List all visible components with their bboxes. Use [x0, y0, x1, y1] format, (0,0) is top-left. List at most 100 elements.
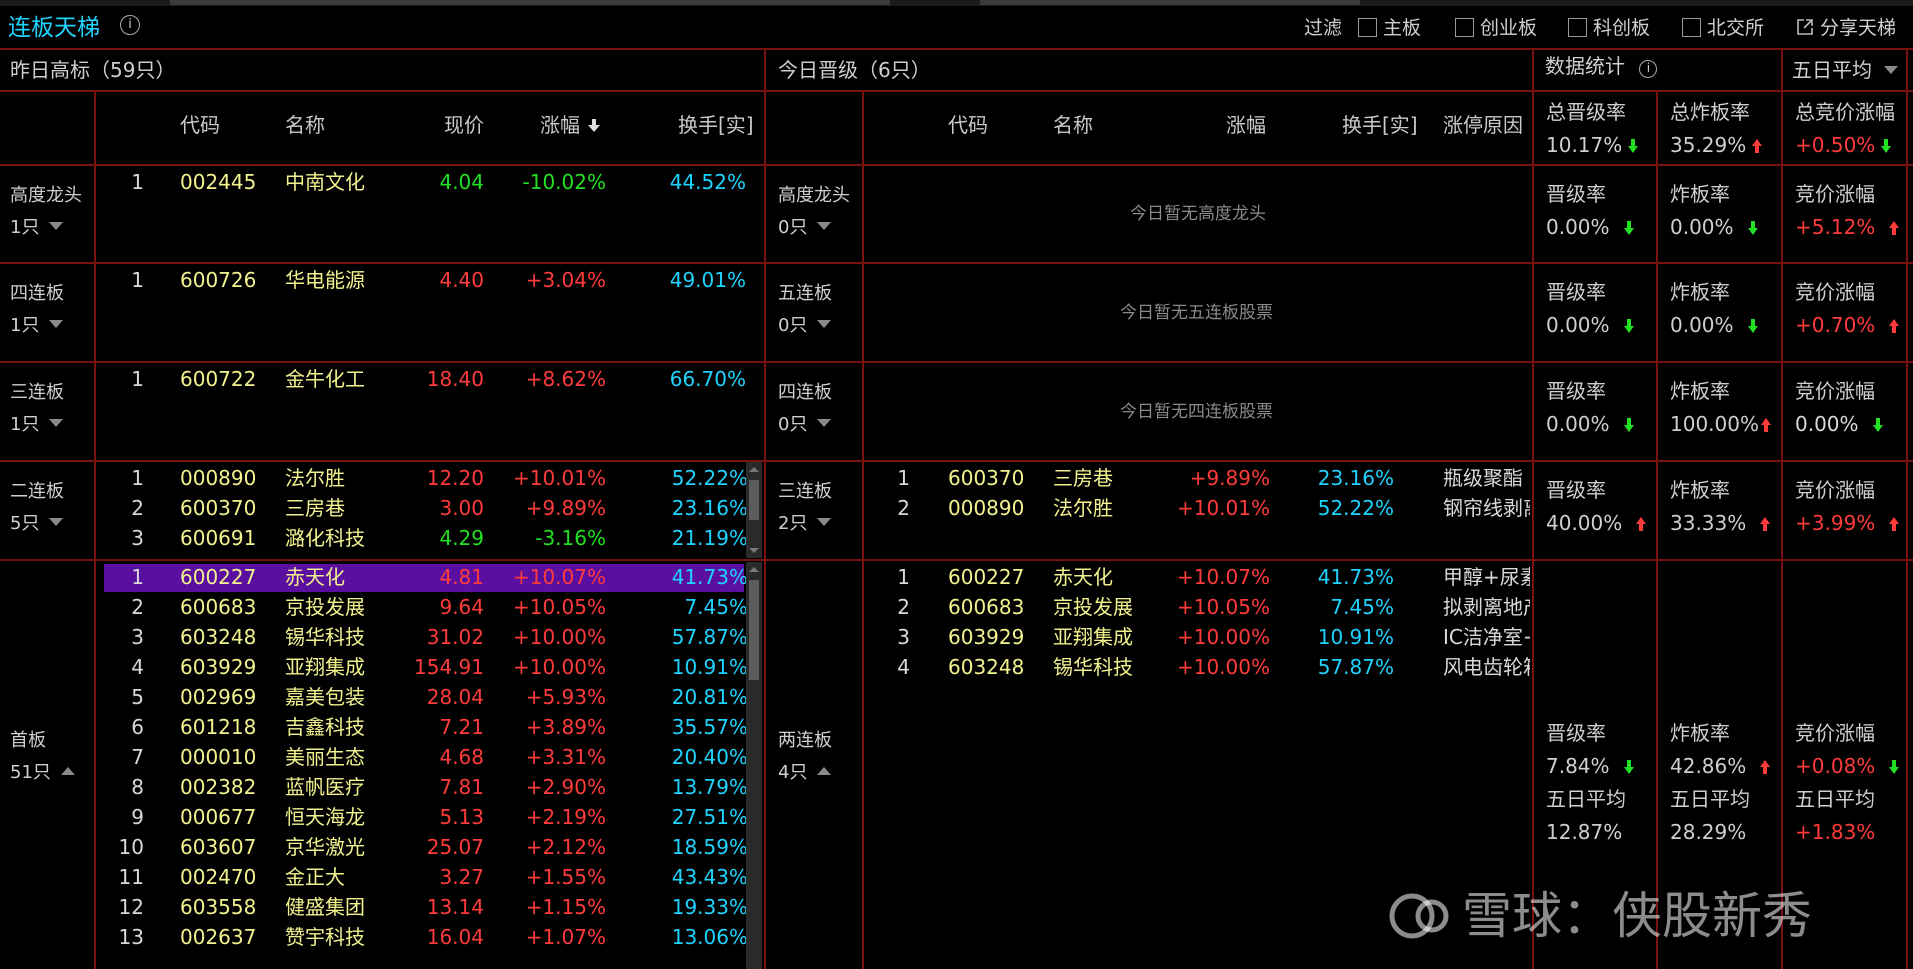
tier-bomb-label-0: 炸板率	[1670, 182, 1730, 206]
left-table-row[interactable]: 10 603607 京华激光 25.07 +2.12% 18.59%	[96, 835, 748, 861]
left-panel-title: 昨日高标（59只）	[10, 58, 176, 82]
stock-code: 600726	[180, 268, 257, 292]
stock-turnover: 66.70%	[669, 367, 746, 391]
stock-name: 中南文化	[285, 170, 365, 194]
avg-promo-label: 五日平均	[1546, 787, 1626, 811]
left-table-row[interactable]: 3 603248 锡华科技 31.02 +10.00% 57.87%	[96, 625, 748, 651]
left-tier-label-4: 首板	[10, 730, 46, 751]
left-table-row[interactable]: 6 601218 吉鑫科技 7.21 +3.89% 35.57%	[96, 715, 748, 741]
avg-bomb-label: 五日平均	[1670, 787, 1750, 811]
left-tier-label-0: 高度龙头	[10, 185, 82, 206]
left-table-row[interactable]: 13 002637 赞宇科技 16.04 +1.07% 13.06%	[96, 925, 748, 951]
left-table-row[interactable]: 4 603929 亚翔集成 154.91 +10.00% 10.91%	[96, 655, 748, 681]
stock-change: +5.93%	[525, 685, 606, 709]
share-button[interactable]: 分享天梯	[1796, 16, 1896, 40]
scrollbar-tier3[interactable]	[746, 462, 762, 558]
info-icon[interactable]: i	[120, 15, 140, 35]
left-tier-toggle-0[interactable]: 1只	[10, 216, 64, 240]
total-bid-value: +0.50%	[1795, 133, 1892, 157]
stock-code: 603929	[948, 625, 1025, 649]
filter-checkbox-gem[interactable]: 创业板	[1455, 16, 1537, 40]
right-tier-toggle-4[interactable]: 4只	[778, 761, 832, 785]
left-table-row[interactable]: 5 002969 嘉美包装 28.04 +5.93% 20.81%	[96, 685, 748, 711]
left-tier-toggle-4[interactable]: 51只	[10, 761, 75, 785]
left-table-row[interactable]: 8 002382 蓝帆医疗 7.81 +2.90% 13.79%	[96, 775, 748, 801]
tier-bomb-number: 33.33%	[1670, 511, 1747, 535]
tier-bomb-number: 0.00%	[1670, 313, 1734, 337]
arrow-down-icon	[1628, 139, 1639, 153]
left-table-row[interactable]: 1 600726 华电能源 4.40 +3.04% 49.01%	[96, 268, 746, 294]
stock-name: 蓝帆医疗	[285, 775, 365, 799]
stock-price: 25.07	[426, 835, 484, 859]
empty-tier-1: 今日暂无五连板股票	[1120, 303, 1273, 323]
left-tier-toggle-2[interactable]: 1只	[10, 413, 64, 437]
arrow-up-icon	[1760, 760, 1771, 774]
stock-change: +10.07%	[512, 565, 606, 589]
right-tier-toggle-2[interactable]: 0只	[778, 413, 832, 437]
filter-checkbox-main[interactable]: 主板	[1358, 16, 1421, 40]
tier-bid-value-3: +3.99%	[1795, 511, 1900, 535]
stock-code: 002470	[180, 865, 257, 889]
stock-price: 154.91	[414, 655, 484, 679]
stock-code: 603248	[180, 625, 257, 649]
left-table-row[interactable]: 3 600691 潞化科技 4.29 -3.16% 21.19%	[96, 526, 748, 552]
left-table-row[interactable]: 11 002470 金正大 3.27 +1.55% 43.43%	[96, 865, 748, 891]
chevron-down-icon	[49, 222, 64, 230]
chevron-down-icon	[49, 518, 64, 526]
tier-bid-label-1: 竞价涨幅	[1795, 280, 1875, 304]
left-table-row[interactable]: 2 600683 京投发展 9.64 +10.05% 7.45%	[96, 595, 748, 621]
right-table-row[interactable]: 2 600683 京投发展 +10.05% 7.45% 拟剥离地产	[864, 595, 1530, 621]
stock-turnover: 43.43%	[671, 865, 748, 889]
row-index: 2	[131, 496, 144, 520]
left-tier-toggle-1[interactable]: 1只	[10, 314, 64, 338]
right-table-row[interactable]: 3 603929 亚翔集成 +10.00% 10.91% IC洁净室+	[864, 625, 1530, 651]
left-tier-toggle-3[interactable]: 5只	[10, 512, 64, 536]
right-table-row[interactable]: 2 000890 法尔胜 +10.01% 52.22% 钢帘线剥离	[864, 496, 1530, 522]
stats-info-icon[interactable]: i	[1639, 60, 1658, 78]
total-bid-label: 总竞价涨幅	[1795, 100, 1895, 124]
right-tier-toggle-0[interactable]: 0只	[778, 216, 832, 240]
filter-label-star: 科创板	[1593, 17, 1651, 39]
left-table-row[interactable]: 2 600370 三房巷 3.00 +9.89% 23.16%	[96, 496, 748, 522]
right-tier-toggle-3[interactable]: 2只	[778, 512, 832, 536]
stock-change: +1.55%	[525, 865, 606, 889]
stock-turnover: 44.52%	[669, 170, 746, 194]
left-table-row[interactable]: 1 002445 中南文化 4.04 -10.02% 44.52%	[96, 170, 746, 196]
left-tier-count-4: 51只	[10, 762, 51, 783]
left-tier-count-3: 5只	[10, 513, 40, 534]
total-promo-value: 10.17%	[1546, 133, 1639, 157]
chevron-down-icon	[817, 222, 832, 230]
right-tier-label-2: 四连板	[778, 382, 832, 403]
watermark-text: 雪球：侠股新秀	[1462, 887, 1812, 945]
left-table-row[interactable]: 7 000010 美丽生态 4.68 +3.31% 20.40%	[96, 745, 748, 771]
row-index: 12	[118, 895, 144, 919]
right-table-row[interactable]: 4 603248 锡华科技 +10.00% 57.87% 风电齿轮箱	[864, 655, 1530, 681]
row-index: 8	[131, 775, 144, 799]
right-table-row[interactable]: 1 600227 赤天化 +10.07% 41.73% 甲醇+尿素	[864, 565, 1530, 591]
right-tier-toggle-1[interactable]: 0只	[778, 314, 832, 338]
tier-promo-label-3: 晋级率	[1546, 478, 1606, 502]
right-table-row[interactable]: 1 600370 三房巷 +9.89% 23.16% 瓶级聚酯	[864, 466, 1530, 492]
scrollbar-tier4[interactable]	[746, 562, 762, 969]
left-col-change[interactable]: 涨幅	[540, 113, 601, 137]
left-table-row[interactable]: 1 600722 金牛化工 18.40 +8.62% 66.70%	[96, 367, 746, 393]
left-table-row[interactable]: 1 600227 赤天化 4.81 +10.07% 41.73%	[96, 565, 748, 591]
stock-change: +10.00%	[512, 625, 606, 649]
period-dropdown[interactable]: 五日平均	[1792, 58, 1898, 82]
right-col-code: 代码	[948, 113, 988, 137]
left-table-row[interactable]: 12 603558 健盛集团 13.14 +1.15% 19.33%	[96, 895, 748, 921]
stock-price: 4.68	[439, 745, 484, 769]
row-index: 1	[897, 466, 910, 490]
filter-checkbox-star[interactable]: 科创板	[1568, 16, 1650, 40]
left-table-row[interactable]: 9 000677 恒天海龙 5.13 +2.19% 27.51%	[96, 805, 748, 831]
tier-promo-value-3: 40.00%	[1546, 511, 1647, 535]
stock-turnover: 21.19%	[671, 526, 748, 550]
filter-checkbox-bse[interactable]: 北交所	[1682, 16, 1764, 40]
stock-price: 4.40	[439, 268, 484, 292]
left-table-row[interactable]: 1 000890 法尔胜 12.20 +10.01% 52.22%	[96, 466, 748, 492]
stock-name: 三房巷	[285, 496, 345, 520]
row-index: 3	[131, 625, 144, 649]
stock-change: +1.07%	[525, 925, 606, 949]
row-index: 1	[131, 367, 144, 391]
app-title: 连板天梯	[8, 15, 100, 41]
